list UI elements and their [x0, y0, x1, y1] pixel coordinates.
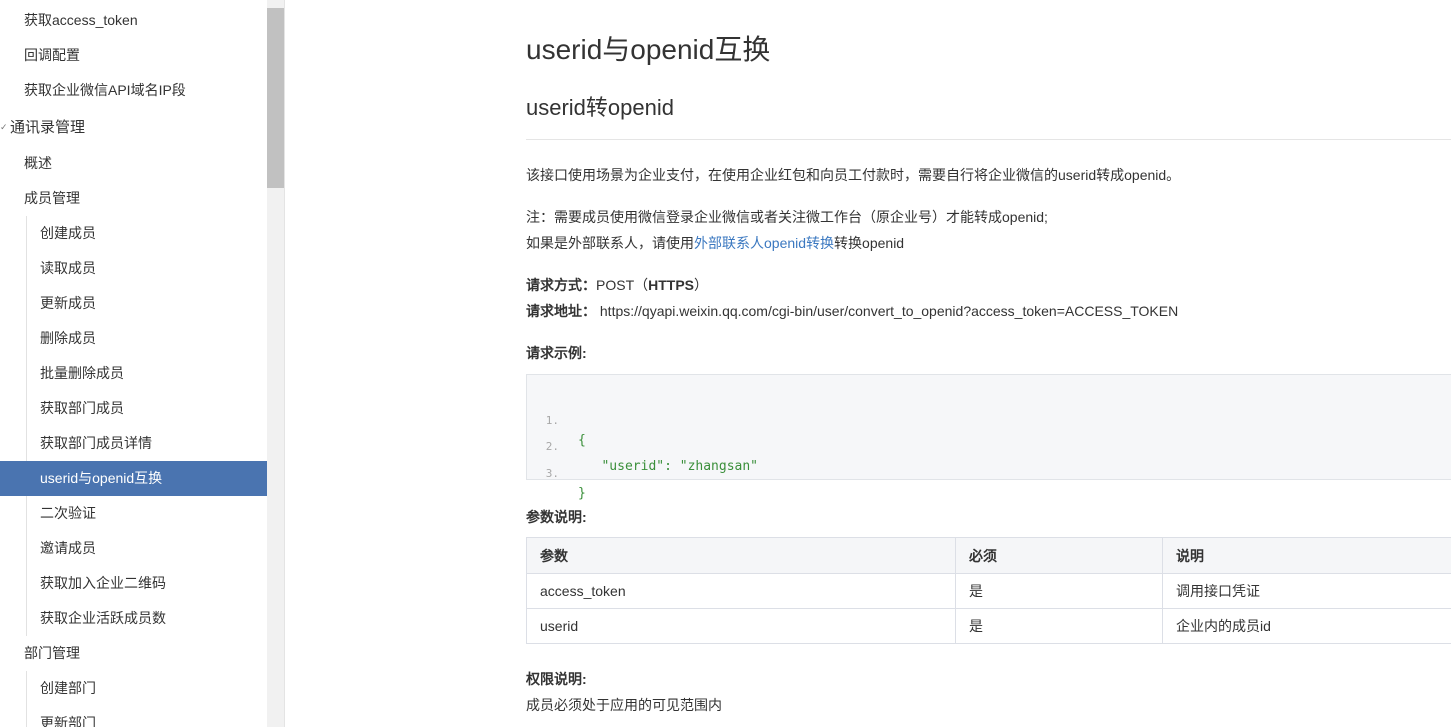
sidebar-item-update-department[interactable]: 更新部门 — [0, 706, 267, 727]
code-block: 1. { 2. "userid": "zhangsan" 3. } — [526, 374, 1451, 501]
external-contact-openid-link[interactable]: 外部联系人openid转换 — [694, 235, 834, 251]
table-cell: userid — [526, 608, 956, 644]
sidebar-item-label: 获取企业活跃成员数 — [40, 610, 166, 626]
sidebar-item-label: userid与openid互换 — [40, 470, 163, 486]
sidebar-item-label: 更新部门 — [40, 715, 96, 727]
page-title: userid与openid互换 — [526, 34, 771, 65]
sidebar-item-invite-member[interactable]: 邀请成员 — [0, 531, 267, 566]
table-cell: access_token — [526, 573, 956, 609]
sidebar-item-overview[interactable]: 概述 — [0, 146, 267, 181]
sidebar-item-create-department[interactable]: 创建部门 — [0, 671, 267, 706]
sidebar-item-label: 批量删除成员 — [40, 365, 124, 381]
request-method-close: ） — [694, 277, 709, 293]
table-header-cell: 必须 — [955, 537, 1163, 574]
sidebar-item-label: 通讯录管理 — [10, 119, 86, 136]
note-suffix: 转换openid — [834, 235, 905, 251]
section-title: userid转openid — [526, 95, 674, 120]
sidebar-item-label: 邀请成员 — [40, 540, 96, 556]
request-example-label: 请求示例: — [526, 345, 587, 361]
sidebar-item-label: 创建成员 — [40, 225, 96, 241]
sidebar-group-contacts[interactable]: ✓ 通讯录管理 — [0, 110, 267, 145]
doc-content: userid与openid互换 userid转openid 该接口使用场景为企业… — [526, 0, 1451, 727]
sidebar-item-label: 获取企业微信API域名IP段 — [24, 82, 186, 98]
code-line: 3. } — [527, 444, 586, 501]
line-number: 3. — [545, 467, 559, 480]
note-text: 注：需要成员使用微信登录企业微信或者关注微工作台（原企业号）才能转成openid… — [526, 209, 1048, 225]
table-header-cell: 说明 — [1162, 537, 1451, 574]
sidebar-item-read-member[interactable]: 读取成员 — [0, 251, 267, 286]
divider — [526, 139, 1451, 140]
sidebar-item-label: 回调配置 — [24, 47, 80, 63]
sidebar-item-department-management[interactable]: 部门管理 — [0, 636, 267, 671]
sidebar-item-label: 获取部门成员 — [40, 400, 124, 416]
code-text: { — [578, 433, 586, 448]
params-label: 参数说明: — [526, 509, 587, 525]
request-method-label: 请求方式： — [526, 277, 596, 293]
sidebar-item-label: 读取成员 — [40, 260, 96, 276]
table-cell: 调用接口凭证 — [1162, 573, 1451, 609]
sidebar-item-update-member[interactable]: 更新成员 — [0, 286, 267, 321]
request-protocol: HTTPS — [648, 277, 695, 293]
sidebar-item-label: 获取加入企业二维码 — [40, 575, 166, 591]
sidebar-item-batch-delete-member[interactable]: 批量删除成员 — [0, 356, 267, 391]
sidebar-item-get-access-token[interactable]: 获取access_token — [0, 3, 267, 38]
sidebar-item-callback-config[interactable]: 回调配置 — [0, 38, 267, 73]
sidebar-item-member-management[interactable]: 成员管理 — [0, 181, 267, 216]
request-url: 请求地址： https://qyapi.weixin.qq.com/cgi-bi… — [526, 301, 1178, 321]
permission-label: 权限说明: — [526, 671, 587, 687]
sidebar-item-label: 成员管理 — [24, 190, 80, 206]
table-row: access_token 是 调用接口凭证 — [526, 573, 1451, 609]
code-line: 1. { — [527, 391, 586, 448]
code-text: } — [578, 486, 586, 501]
code-line: 2. "userid": "zhangsan" — [527, 417, 758, 474]
sidebar-item-label: 部门管理 — [24, 645, 80, 661]
sidebar-item-label: 创建部门 — [40, 680, 96, 696]
sidebar-item-delete-member[interactable]: 删除成员 — [0, 321, 267, 356]
table-header-cell: 参数 — [526, 537, 956, 574]
sidebar-item-join-qrcode[interactable]: 获取加入企业二维码 — [0, 566, 267, 601]
request-url-value: https://qyapi.weixin.qq.com/cgi-bin/user… — [599, 303, 1179, 319]
sidebar-nav: 获取access_token 回调配置 获取企业微信API域名IP段 ✓ 通讯录… — [0, 0, 267, 727]
sidebar-item-label: 更新成员 — [40, 295, 96, 311]
table-cell: 是 — [955, 608, 1163, 644]
sidebar-item-get-department-member-details[interactable]: 获取部门成员详情 — [0, 426, 267, 461]
permission-text: 成员必须处于应用的可见范围内 — [526, 697, 722, 713]
sidebar-item-userid-openid[interactable]: userid与openid互换 — [0, 461, 267, 496]
sidebar-item-label: 获取部门成员详情 — [40, 435, 152, 451]
expanded-chevron-icon: ✓ — [0, 122, 8, 132]
sidebar-item-label: 二次验证 — [40, 505, 96, 521]
sidebar-item-label: 获取access_token — [24, 12, 138, 28]
table-row: userid 是 企业内的成员id — [526, 608, 1451, 644]
request-method-value: POST（ — [596, 277, 649, 293]
sidebar-item-label: 概述 — [24, 155, 52, 171]
sidebar-scrollbar-thumb[interactable] — [267, 8, 284, 188]
description-text: 该接口使用场景为企业支付，在使用企业红包和向员工付款时，需要自行将企业微信的us… — [526, 167, 1181, 183]
request-url-label: 请求地址： — [526, 303, 596, 319]
sidebar-item-label: 删除成员 — [40, 330, 96, 346]
sidebar-item-two-factor-verify[interactable]: 二次验证 — [0, 496, 267, 531]
code-text: "userid": "zhangsan" — [578, 459, 759, 474]
table-header-row: 参数 必须 说明 — [526, 537, 1451, 574]
params-table: 参数 必须 说明 access_token 是 调用接口凭证 userid 是 … — [526, 537, 1451, 644]
note-external-contact: 如果是外部联系人，请使用外部联系人openid转换转换openid — [526, 233, 904, 253]
table-cell: 企业内的成员id — [1162, 608, 1451, 644]
sidebar-item-api-ip-range[interactable]: 获取企业微信API域名IP段 — [0, 73, 267, 108]
sidebar-item-get-department-members[interactable]: 获取部门成员 — [0, 391, 267, 426]
sidebar-item-create-member[interactable]: 创建成员 — [0, 216, 267, 251]
request-method: 请求方式：POST（HTTPS） — [526, 275, 708, 295]
sidebar-item-active-member-count[interactable]: 获取企业活跃成员数 — [0, 601, 267, 636]
table-cell: 是 — [955, 573, 1163, 609]
note-prefix: 如果是外部联系人，请使用 — [526, 235, 694, 251]
